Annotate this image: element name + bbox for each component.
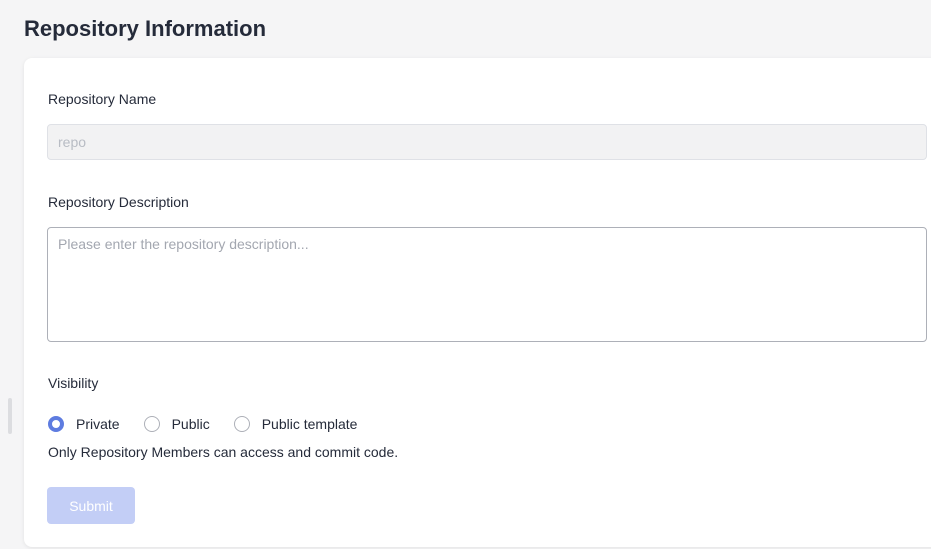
repository-description-label: Repository Description xyxy=(48,194,189,210)
sidebar-collapse-handle[interactable] xyxy=(8,398,12,434)
page-title: Repository Information xyxy=(24,16,267,41)
submit-button[interactable]: Submit xyxy=(47,487,135,524)
repository-name-label: Repository Name xyxy=(48,91,157,107)
visibility-option-label: Public template xyxy=(261,416,358,432)
visibility-label: Visibility xyxy=(48,375,99,391)
repository-description-textarea[interactable] xyxy=(47,227,927,342)
visibility-option-private[interactable]: Private xyxy=(48,416,120,432)
radio-unchecked-icon[interactable] xyxy=(233,416,250,432)
repository-name-input[interactable] xyxy=(47,124,927,160)
visibility-hint: Only Repository Members can access and c… xyxy=(48,444,399,460)
repository-info-card: Repository Name Repository Description V… xyxy=(24,58,931,547)
visibility-option-label: Private xyxy=(76,416,120,432)
visibility-radio-group: Private Public Public template xyxy=(48,413,381,435)
visibility-option-label: Public xyxy=(171,416,210,432)
radio-checked-icon[interactable] xyxy=(48,416,64,432)
visibility-option-public-template[interactable]: Public template xyxy=(233,416,358,432)
visibility-option-public[interactable]: Public xyxy=(143,416,210,432)
radio-unchecked-icon[interactable] xyxy=(143,416,160,432)
